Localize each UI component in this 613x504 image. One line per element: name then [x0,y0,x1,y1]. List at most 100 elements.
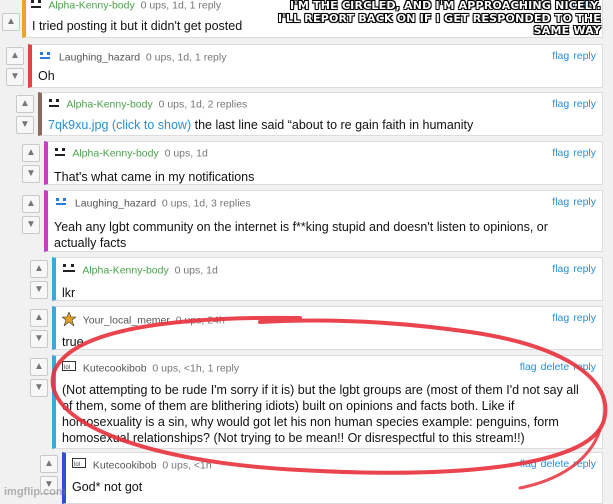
watermark: imgflip.com [4,486,66,498]
comment-actions: flag reply [548,312,596,324]
comment-meta: Alpha-Kenny-body 0 ups, 1d [62,263,218,278]
reply-link[interactable]: reply [573,98,596,110]
reply-link[interactable]: reply [573,263,596,275]
arrow-down-icon[interactable]: ▼ [22,165,40,183]
comment-stats: 0 ups, 1d [174,264,218,277]
comment-meta: Your_local_memer 0 ups, 24h [61,311,225,329]
svg-text:lol: lol [74,462,80,468]
vote-buttons: ▲ ▼ [28,306,50,351]
flag-link[interactable]: flag [552,196,569,208]
comment-text: I tried posting it but it didn't get pos… [32,19,243,33]
arrow-up-icon[interactable]: ▲ [2,13,20,31]
vote-buttons: ▲ ▼ [28,355,50,400]
reply-link[interactable]: reply [573,458,596,470]
comment: lol Kutecookibob 0 ups, <1h flag delete re… [62,452,603,504]
comment: Your_local_memer 0 ups, 24h flag reply tr… [52,306,603,350]
username[interactable]: Alpha-Kenny-body [72,147,158,159]
arrow-up-icon[interactable]: ▲ [6,47,24,65]
flag-link[interactable]: flag [552,263,569,275]
comment-stats: 0 ups, <1h, 1 reply [152,362,240,375]
avatar [48,98,60,111]
comment: Alpha-Kenny-body 0 ups, 1d flag reply Tha… [44,141,603,185]
reply-link[interactable]: reply [573,361,596,373]
comment-actions: flag delete reply [516,458,596,470]
arrow-up-icon[interactable]: ▲ [16,95,34,113]
arrow-down-icon[interactable]: ▼ [16,116,34,134]
arrow-up-icon[interactable]: ▲ [22,144,40,162]
username[interactable]: Your_local_memer [83,314,170,326]
flag-link[interactable]: flag [552,312,569,324]
avatar: lol [62,361,76,376]
arrow-up-icon[interactable]: ▲ [30,260,48,278]
comment: Alpha-Kenny-body 0 ups, 1d, 2 replies fl… [38,92,603,136]
username[interactable]: Laughing_hazard [75,197,156,209]
username[interactable]: Alpha-Kenny-body [48,0,134,11]
arrow-down-icon[interactable]: ▼ [22,216,40,234]
comment-stats: 0 ups, 1d, 2 replies [158,98,248,111]
arrow-down-icon[interactable]: ▼ [6,68,24,86]
comment-meta: lol Kutecookibob 0 ups, <1h, 1 reply [62,361,239,376]
vote-buttons: ▲ ▼ [14,92,36,137]
comment-meta: Laughing_hazard 0 ups, 1d, 1 reply [38,50,226,65]
avatar [62,263,76,278]
comment-meta: Alpha-Kenny-body 0 ups, 1d, 2 replies [48,98,247,111]
arrow-up-icon[interactable]: ▲ [30,358,48,376]
arrow-down-icon[interactable]: ▼ [30,330,48,348]
comment-actions: flag reply [548,196,596,208]
comment-text: Oh [38,69,55,83]
username[interactable]: Kutecookibob [93,459,157,471]
comment-actions: flag reply [548,50,596,62]
vote-buttons: ▲ [0,10,22,34]
comment-stats: 0 ups, 1d [164,147,208,160]
arrow-up-icon[interactable]: ▲ [22,195,40,213]
meme-caption: I'M THE CIRCLED, AND I'M APPROACHING NIC… [278,0,601,37]
avatar [54,196,68,211]
comment: Laughing_hazard 0 ups, 1d, 3 replies fla… [44,190,603,252]
comment-meta: lol Kutecookibob 0 ups, <1h [72,458,212,473]
avatar [54,147,66,160]
comment: Laughing_hazard 0 ups, 1d, 1 reply flag r… [28,44,603,88]
comment: lol Kutecookibob 0 ups, <1h, 1 reply fla… [52,355,603,449]
arrow-down-icon[interactable]: ▼ [30,379,48,397]
flag-link[interactable]: flag [552,98,569,110]
comment-stats: 0 ups, 24h [175,314,225,327]
comment-text: God* not got [72,480,143,494]
username[interactable]: Alpha-Kenny-body [66,98,152,110]
comment-actions: flag reply [548,98,596,110]
comment-text: That's what came in my notifications [54,170,255,184]
vote-buttons: ▲ ▼ [28,257,50,302]
arrow-up-icon[interactable]: ▲ [40,455,58,473]
image-link[interactable]: 7qk9xu.jpg (click to show) [48,118,191,132]
reply-link[interactable]: reply [573,196,596,208]
reply-link[interactable]: reply [573,50,596,62]
delete-link[interactable]: delete [541,458,570,470]
username[interactable]: Laughing_hazard [59,51,140,63]
comment-meta: Alpha-Kenny-body 0 ups, 1d, 1 reply [30,0,221,12]
username[interactable]: Alpha-Kenny-body [82,264,168,276]
flag-link[interactable]: flag [520,458,537,470]
comment-stats: 0 ups, 1d, 1 reply [145,51,227,64]
comment: Alpha-Kenny-body 0 ups, 1d flag reply lkr [52,257,603,301]
username[interactable]: Kutecookibob [83,362,147,374]
flag-link[interactable]: flag [552,50,569,62]
comment-text: (Not attempting to be rude I'm sorry if … [62,383,579,445]
reply-link[interactable]: reply [573,312,596,324]
comment-text: Yeah any lgbt community on the internet … [54,220,548,250]
flag-link[interactable]: flag [520,361,537,373]
vote-buttons: ▲ ▼ [4,44,26,89]
arrow-up-icon[interactable]: ▲ [30,309,48,327]
reply-link[interactable]: reply [573,147,596,159]
comment-stats: 0 ups, <1h [162,459,212,472]
svg-text:lol: lol [64,365,70,371]
comment-text: true [62,335,84,349]
comment-text: 7qk9xu.jpg (click to show) the last line… [48,118,474,132]
avatar: lol [72,458,86,473]
delete-link[interactable]: delete [541,361,570,373]
comment-actions: flag reply [548,263,596,275]
comment-stats: 0 ups, 1d, 1 reply [140,0,222,12]
comment-meta: Laughing_hazard 0 ups, 1d, 3 replies [54,196,251,211]
arrow-down-icon[interactable]: ▼ [30,281,48,299]
flag-link[interactable]: flag [552,147,569,159]
comment-actions: flag delete reply [516,361,596,373]
comment-text: lkr [62,286,76,300]
